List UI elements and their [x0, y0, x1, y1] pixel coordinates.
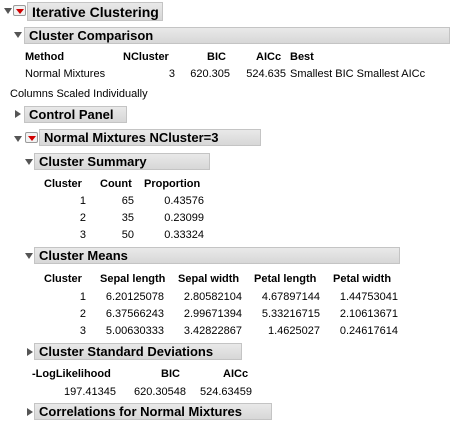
col-ncluster: NCluster	[123, 51, 169, 63]
col-petal-length: Petal length	[254, 273, 317, 285]
table-cell: 1.4625027	[268, 325, 320, 337]
col-sepal-width: Sepal width	[178, 273, 240, 285]
col-aicc: AICc	[256, 51, 282, 63]
cell-method: Normal Mixtures	[25, 68, 106, 80]
table-cell: 2	[79, 212, 86, 224]
table-cell: 3	[79, 229, 86, 241]
col-best: Best	[290, 51, 314, 63]
col-method: Method	[25, 51, 65, 63]
table-cell: 5.33216715	[261, 308, 320, 320]
table-cell: 65	[121, 195, 134, 207]
disclosure-closed-icon[interactable]	[15, 110, 21, 118]
scaling-note: Columns Scaled Individually	[10, 88, 148, 100]
table-cell: 0.33324	[164, 229, 204, 241]
col-count: Count	[100, 178, 132, 190]
col-bic: BIC	[207, 51, 226, 63]
col-cluster: Cluster	[44, 178, 82, 190]
cell-aicc: 524.635	[246, 68, 286, 80]
disclosure-open-icon[interactable]	[4, 8, 12, 14]
col-petal-width: Petal width	[333, 273, 392, 285]
table-cell: 4.67897144	[261, 291, 320, 303]
table-cell: 35	[121, 212, 134, 224]
table-cell: 0.43576	[164, 195, 204, 207]
cell-best: Smallest BIC Smallest AICc	[290, 68, 426, 80]
col-neg-loglikelihood: -LogLikelihood	[32, 368, 111, 380]
disclosure-open-icon[interactable]	[25, 253, 33, 259]
col-sepal-length: Sepal length	[100, 273, 166, 285]
value-aicc: 524.63459	[200, 386, 252, 398]
table-cell: 6.20125078	[105, 291, 164, 303]
cluster-summary-header[interactable]: Cluster Summary	[34, 153, 210, 170]
value-neg-loglikelihood: 197.41345	[64, 386, 116, 398]
table-cell: 2.99671394	[183, 308, 242, 320]
red-triangle-menu-icon[interactable]	[13, 5, 26, 16]
col-cluster: Cluster	[44, 273, 82, 285]
red-triangle-menu-icon[interactable]	[25, 132, 38, 143]
table-cell: 6.37566243	[105, 308, 164, 320]
table-cell: 3.42822867	[183, 325, 242, 337]
table-cell: 2	[79, 308, 86, 320]
normal-mixtures-header[interactable]: Normal Mixtures NCluster=3	[39, 129, 261, 146]
correlations-header[interactable]: Correlations for Normal Mixtures	[34, 403, 272, 420]
table-cell: 0.23099	[164, 212, 204, 224]
table-cell: 1	[79, 195, 86, 207]
disclosure-closed-icon[interactable]	[27, 348, 33, 356]
disclosure-closed-icon[interactable]	[27, 408, 33, 416]
disclosure-open-icon[interactable]	[14, 32, 22, 38]
table-cell: 5.00630333	[105, 325, 164, 337]
table-cell: 2.80582104	[183, 291, 242, 303]
table-cell: 1.44753041	[339, 291, 398, 303]
cluster-std-devs-header[interactable]: Cluster Standard Deviations	[34, 343, 242, 360]
cluster-comparison-header[interactable]: Cluster Comparison	[24, 27, 450, 44]
table-cell: 0.24617614	[339, 325, 398, 337]
control-panel-header[interactable]: Control Panel	[24, 106, 127, 123]
table-cell: 2.10613671	[339, 308, 398, 320]
cell-ncluster: 3	[168, 68, 175, 80]
table-cell: 3	[79, 325, 86, 337]
table-cell: 1	[79, 291, 86, 303]
table-cell: 50	[121, 229, 134, 241]
cluster-means-header[interactable]: Cluster Means	[34, 247, 400, 264]
col-proportion: Proportion	[144, 178, 201, 190]
col-aicc: AICc	[223, 368, 249, 380]
value-bic: 620.30548	[134, 386, 186, 398]
col-bic: BIC	[161, 368, 180, 380]
disclosure-open-icon[interactable]	[25, 159, 33, 165]
iterative-clustering-header[interactable]: Iterative Clustering	[27, 2, 163, 21]
disclosure-open-icon[interactable]	[14, 136, 22, 142]
cell-bic: 620.305	[190, 68, 230, 80]
